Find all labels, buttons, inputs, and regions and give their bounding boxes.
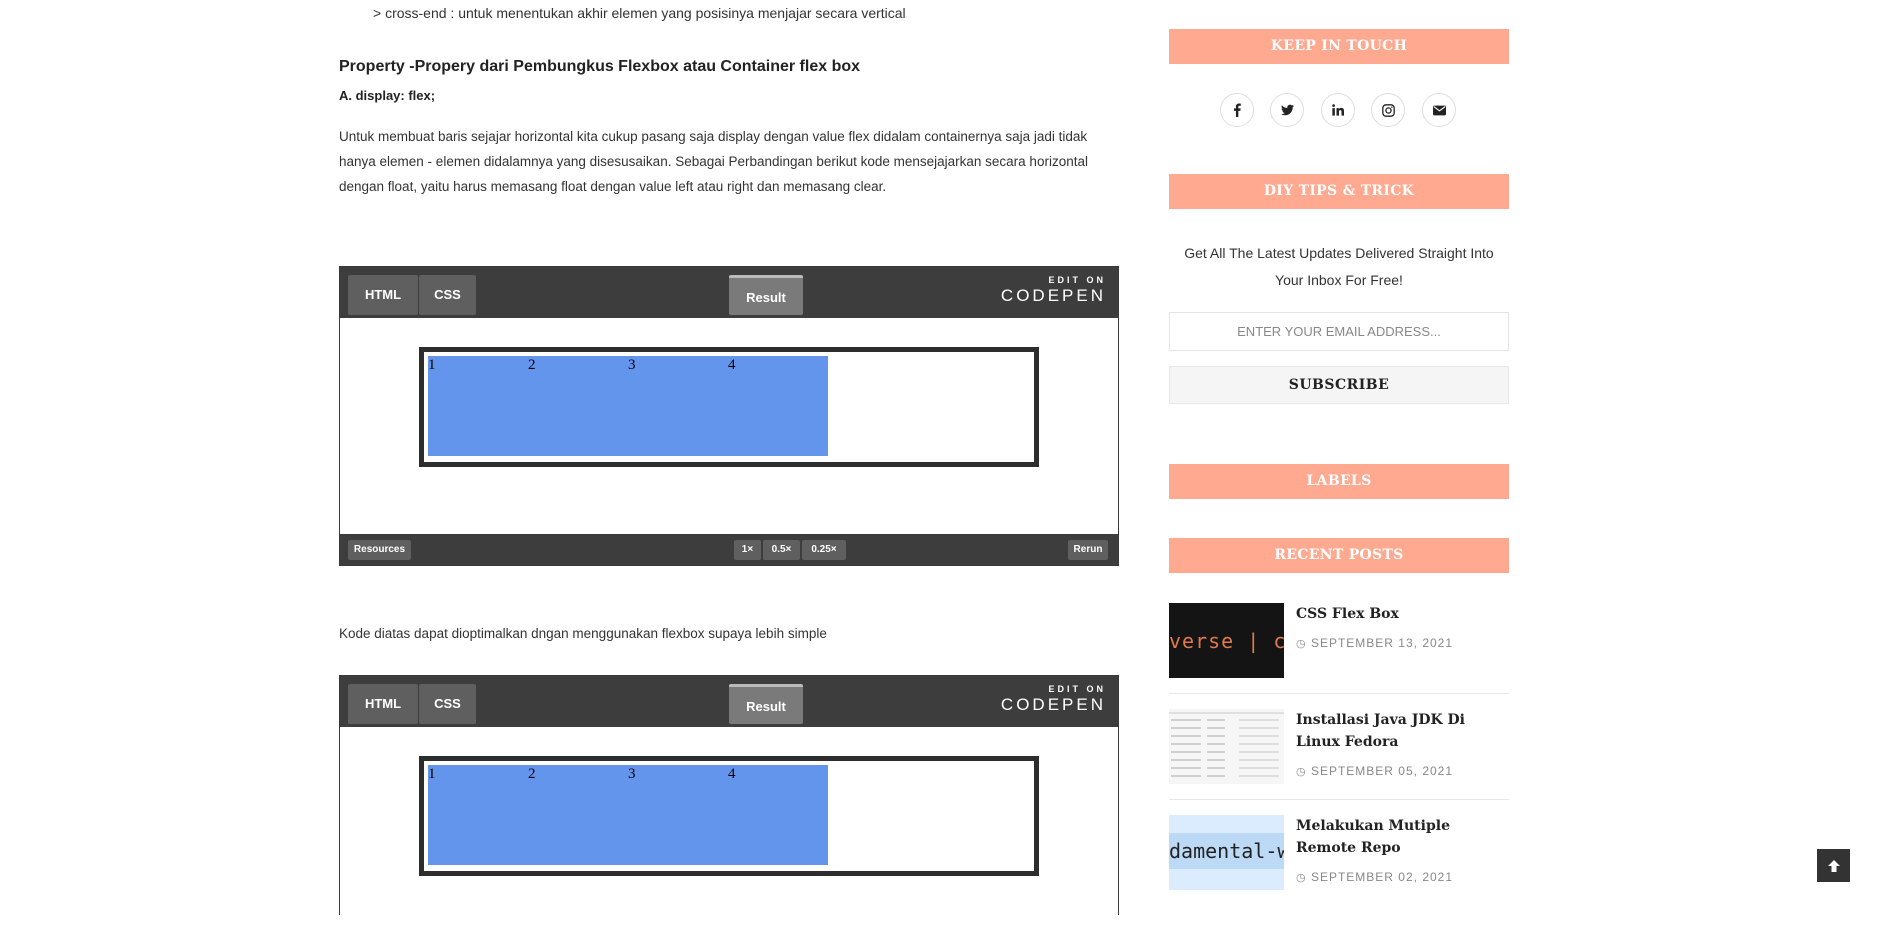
demo-item: 2 <box>528 357 536 373</box>
back-to-top-button[interactable] <box>1817 849 1850 882</box>
post-title[interactable]: Melakukan Mutiple Remote Repo <box>1296 815 1509 859</box>
tab-result[interactable]: Result <box>729 275 803 315</box>
recent-post-item[interactable]: damental-w Melakukan Mutiple Remote Repo… <box>1169 815 1509 905</box>
post-title[interactable]: CSS Flex Box <box>1296 603 1509 625</box>
envelope-icon[interactable] <box>1422 93 1456 127</box>
paragraph-display-flex: Untuk membuat baris sejajar horizontal k… <box>339 129 1088 194</box>
edit-on-codepen-link[interactable]: EDIT ON CODEPEN <box>1001 684 1106 715</box>
zoom-0-25x-button[interactable]: 0.25× <box>802 540 846 560</box>
post-divider <box>1169 693 1509 694</box>
keep-in-touch-heading: KEEP IN TOUCH <box>1169 29 1509 64</box>
codepen-toolbar: HTML CSS Result EDIT ON CODEPEN <box>340 267 1118 318</box>
codepen-embed-1: HTML CSS Result EDIT ON CODEPEN 1 2 3 4 … <box>339 266 1119 566</box>
clock-icon: ◷ <box>1296 872 1307 884</box>
codepen-embed-2: HTML CSS Result EDIT ON CODEPEN 1 2 3 4 <box>339 675 1119 943</box>
section-title: Property -Propery dari Pembungkus Flexbo… <box>339 58 861 75</box>
codepen-toolbar: HTML CSS Result EDIT ON CODEPEN <box>340 676 1118 727</box>
demo-item: 1 <box>428 766 436 782</box>
edit-on-label: EDIT ON <box>1048 684 1106 694</box>
demo-flex-row: 1 2 3 4 <box>428 765 828 865</box>
post-title[interactable]: Installasi Java JDK Di Linux Fedora <box>1296 709 1509 753</box>
resources-button[interactable]: Resources <box>348 540 411 560</box>
newsletter-text: Get All The Latest Updates Delivered Str… <box>1184 245 1494 288</box>
codepen-footer: Resources 1× 0.5× 0.25× Rerun <box>340 534 1118 565</box>
codepen-result-pane: 1 2 3 4 <box>340 727 1118 943</box>
codepen-logo: CODEPEN <box>1000 695 1106 714</box>
twitter-icon[interactable] <box>1270 93 1304 127</box>
thumbnail-text: verse | co <box>1169 629 1284 653</box>
tab-html[interactable]: HTML <box>348 684 418 724</box>
clock-icon: ◷ <box>1296 638 1307 650</box>
post-thumbnail[interactable] <box>1169 709 1284 784</box>
screenshot-thumbnail <box>1169 709 1284 784</box>
linkedin-icon[interactable] <box>1321 93 1355 127</box>
facebook-icon[interactable] <box>1220 93 1254 127</box>
edit-on-label: EDIT ON <box>1048 275 1106 285</box>
demo-flex-row: 1 2 3 4 <box>428 356 828 456</box>
codepen-logo: CODEPEN <box>1000 286 1106 305</box>
sub-title: A. display: flex; <box>339 88 436 103</box>
tab-result[interactable]: Result <box>729 684 803 724</box>
demo-item: 4 <box>728 766 736 782</box>
email-input[interactable] <box>1169 312 1509 351</box>
post-divider <box>1169 799 1509 800</box>
post-date: ◷ SEPTEMBER 05, 2021 <box>1296 764 1454 778</box>
diy-tips-heading: DIY TIPS & TRICK <box>1169 174 1509 209</box>
post-date: ◷ SEPTEMBER 13, 2021 <box>1296 636 1454 650</box>
thumbnail-text: damental-w <box>1169 839 1284 863</box>
demo-item: 3 <box>628 357 636 373</box>
tab-html[interactable]: HTML <box>348 275 418 315</box>
post-thumbnail[interactable]: verse | co <box>1169 603 1284 678</box>
arrow-up-icon <box>1827 859 1840 872</box>
paragraph-optimize: Kode diatas dapat dioptimalkan dngan men… <box>339 626 827 641</box>
demo-item: 3 <box>628 766 636 782</box>
recent-posts-heading: RECENT POSTS <box>1169 538 1509 573</box>
demo-container: 1 2 3 4 <box>419 347 1039 467</box>
post-thumbnail[interactable]: damental-w <box>1169 815 1284 890</box>
bullet-cross-end: > cross-end : untuk menentukan akhir ele… <box>373 5 906 21</box>
codepen-result-pane: 1 2 3 4 <box>340 318 1118 534</box>
post-date: ◷ SEPTEMBER 02, 2021 <box>1296 870 1454 884</box>
clock-icon: ◷ <box>1296 766 1307 778</box>
demo-item: 2 <box>528 766 536 782</box>
demo-item: 1 <box>428 357 436 373</box>
instagram-icon[interactable] <box>1371 93 1405 127</box>
recent-post-item[interactable]: Installasi Java JDK Di Linux Fedora ◷ SE… <box>1169 709 1509 799</box>
demo-item: 4 <box>728 357 736 373</box>
labels-heading: LABELS <box>1169 464 1509 499</box>
edit-on-codepen-link[interactable]: EDIT ON CODEPEN <box>1001 275 1106 306</box>
rerun-button[interactable]: Rerun <box>1068 540 1108 560</box>
zoom-0-5x-button[interactable]: 0.5× <box>763 540 800 560</box>
tab-css[interactable]: CSS <box>419 275 476 315</box>
subscribe-button[interactable]: SUBSCRIBE <box>1169 366 1509 404</box>
demo-container: 1 2 3 4 <box>419 756 1039 876</box>
recent-post-item[interactable]: verse | co CSS Flex Box ◷ SEPTEMBER 13, … <box>1169 603 1509 693</box>
zoom-1x-button[interactable]: 1× <box>734 540 761 560</box>
tab-css[interactable]: CSS <box>419 684 476 724</box>
